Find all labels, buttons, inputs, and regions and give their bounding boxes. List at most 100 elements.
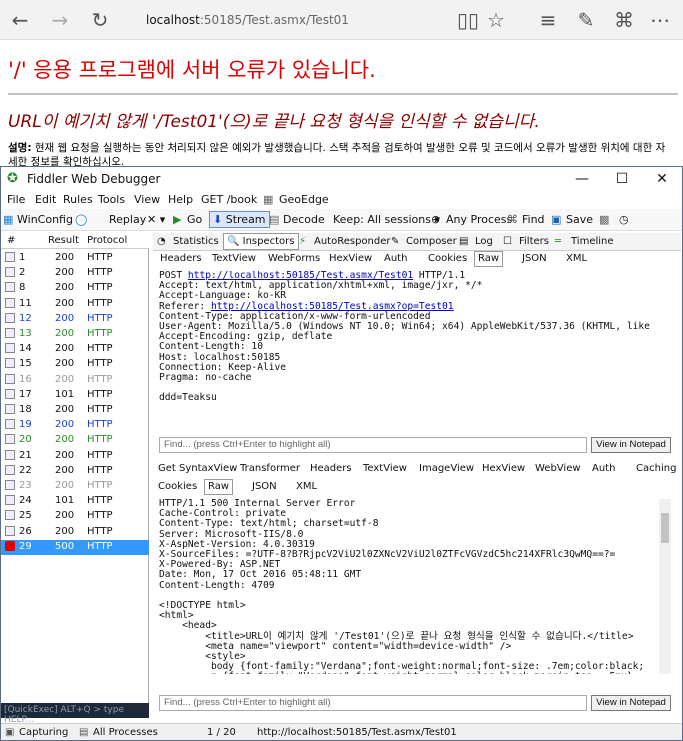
- find-button[interactable]: Find: [522, 213, 545, 226]
- capturing-toggle[interactable]: Capturing: [19, 727, 68, 738]
- stream-button[interactable]: ⬇ Stream: [209, 211, 270, 228]
- menu-view[interactable]: View: [134, 193, 160, 206]
- resp-tab-auth[interactable]: Auth: [592, 463, 615, 474]
- session-row[interactable]: 29 500 HTTP: [1, 539, 149, 555]
- session-list[interactable]: # Result Protocol 1 200 HTTP 2 200 HTTP 8 200 HT…: [1, 233, 149, 705]
- req-tab-xml[interactable]: XML: [566, 253, 587, 264]
- tab-filters[interactable]: Filters: [519, 236, 549, 247]
- session-row[interactable]: 2 200 HTTP: [1, 266, 149, 281]
- share-icon[interactable]: ⌘: [612, 8, 636, 32]
- response-find-box[interactable]: Find... (press Ctrl+Enter to highlight a…: [159, 695, 587, 711]
- resp-tab-xml[interactable]: XML: [296, 481, 317, 492]
- session-row[interactable]: 1 200 HTTP: [1, 251, 149, 266]
- remove-button[interactable]: ✕ ▾: [147, 213, 165, 226]
- tab-timeline[interactable]: Timeline: [571, 236, 614, 247]
- menu-edit[interactable]: Edit: [35, 193, 56, 206]
- request-find-box[interactable]: Find... (press Ctrl+Enter to highlight a…: [159, 437, 587, 453]
- req-tab-hexview[interactable]: HexView: [329, 253, 372, 264]
- forward-icon[interactable]: →: [48, 8, 72, 32]
- tab-autoresponder[interactable]: AutoResponder: [314, 236, 391, 247]
- menu-help[interactable]: Help: [168, 193, 193, 206]
- session-row[interactable]: 18 200 HTTP: [1, 403, 149, 418]
- session-row[interactable]: 24 101 HTTP: [1, 494, 149, 509]
- req-tab-webforms[interactable]: WebForms: [268, 253, 320, 264]
- resp-tab-webview[interactable]: WebView: [535, 463, 581, 474]
- reading-view-icon[interactable]: ▯▯: [456, 8, 480, 32]
- resp-tab-raw[interactable]: Raw: [204, 479, 234, 495]
- go-button[interactable]: Go: [187, 213, 202, 226]
- session-row[interactable]: 11 200 HTTP: [1, 297, 149, 312]
- tab-inspectors[interactable]: 🔍 Inspectors: [223, 233, 299, 250]
- response-tabs: Get SyntaxView Transformer Headers TextV…: [156, 461, 682, 477]
- session-row[interactable]: 25 200 HTTP: [1, 509, 149, 524]
- col-protocol[interactable]: Protocol: [87, 235, 127, 246]
- resp-tab-imageview[interactable]: ImageView: [419, 463, 474, 474]
- timer-icon[interactable]: ◷: [619, 213, 629, 226]
- resp-tab-caching[interactable]: Caching: [636, 463, 676, 474]
- session-row[interactable]: 15 200 HTTP: [1, 357, 149, 372]
- request-view-in-notepad-button[interactable]: View in Notepad: [591, 437, 671, 453]
- close-button[interactable]: ✕: [647, 169, 677, 189]
- maximize-button[interactable]: ☐: [607, 169, 637, 189]
- session-row[interactable]: 17 101 HTTP: [1, 388, 149, 403]
- tab-statistics[interactable]: Statistics: [173, 236, 219, 247]
- replay-button[interactable]: Replay: [109, 213, 146, 226]
- req-tab-json[interactable]: JSON: [522, 253, 547, 264]
- req-tab-cookies[interactable]: Cookies: [428, 253, 467, 264]
- resp-tab-json[interactable]: JSON: [252, 481, 277, 492]
- winconfig-button[interactable]: WinConfig: [17, 213, 73, 226]
- req-tab-raw[interactable]: Raw: [474, 251, 504, 267]
- any-process-button[interactable]: Any Process: [446, 213, 512, 226]
- resp-tab-transformer[interactable]: Transformer: [240, 463, 300, 474]
- response-view-in-notepad-button[interactable]: View in Notepad: [591, 695, 671, 711]
- session-row[interactable]: 13 200 HTTP: [1, 327, 149, 342]
- resp-tab-headers[interactable]: Headers: [310, 463, 352, 474]
- raw-link[interactable]: http://localhost:50185/Test.asmx?op=Test…: [211, 301, 454, 312]
- req-tab-headers[interactable]: Headers: [160, 253, 202, 264]
- web-note-icon[interactable]: ✎: [574, 8, 598, 32]
- screenshot-icon[interactable]: ▩: [599, 213, 609, 226]
- menu-file[interactable]: File: [7, 193, 25, 206]
- scrollbar-thumb[interactable]: [661, 513, 669, 543]
- keep-sessions-dropdown[interactable]: Keep: All sessions ▾: [333, 213, 440, 226]
- req-tab-auth[interactable]: Auth: [384, 253, 407, 264]
- tab-log[interactable]: Log: [475, 236, 493, 247]
- resp-tab-get-syntaxview[interactable]: Get SyntaxView: [158, 463, 237, 474]
- resp-tab-textview[interactable]: TextView: [363, 463, 407, 474]
- favorite-star-icon[interactable]: ☆: [484, 8, 508, 32]
- session-row[interactable]: 16 200 HTTP: [1, 373, 149, 388]
- session-row[interactable]: 20 200 HTTP: [1, 433, 149, 448]
- address-bar[interactable]: localhost:50185/Test.asmx/Test01: [130, 6, 446, 34]
- req-tab-textview[interactable]: TextView: [212, 253, 256, 264]
- resp-tab-hexview[interactable]: HexView: [482, 463, 525, 474]
- resp-tab-cookies[interactable]: Cookies: [158, 481, 197, 492]
- menu-get-book[interactable]: GET /book: [201, 193, 257, 206]
- minimize-button[interactable]: —: [567, 169, 597, 189]
- menu-geoedge[interactable]: GeoEdge: [279, 193, 329, 206]
- refresh-icon[interactable]: ↻: [88, 8, 112, 32]
- request-raw-text[interactable]: POST http://localhost:50185/Test.asmx/Te…: [159, 271, 669, 419]
- quickexec-box[interactable]: [QuickExec] ALT+Q > type HELP...: [1, 703, 149, 725]
- tab-composer[interactable]: Composer: [406, 236, 457, 247]
- back-icon[interactable]: ←: [8, 8, 32, 32]
- filters-checkbox[interactable]: ☐: [503, 236, 512, 247]
- session-row[interactable]: 8 200 HTTP: [1, 281, 149, 296]
- session-row[interactable]: 14 200 HTTP: [1, 342, 149, 357]
- session-row[interactable]: 22 200 HTTP: [1, 464, 149, 479]
- col-result[interactable]: Result: [48, 235, 79, 246]
- save-button[interactable]: Save: [566, 213, 593, 226]
- process-filter[interactable]: All Processes: [93, 727, 158, 738]
- session-row[interactable]: 12 200 HTTP: [1, 312, 149, 327]
- menu-rules[interactable]: Rules: [63, 193, 93, 206]
- menu-tools[interactable]: Tools: [98, 193, 125, 206]
- session-row[interactable]: 21 200 HTTP: [1, 449, 149, 464]
- decode-button[interactable]: Decode: [283, 213, 325, 226]
- more-icon[interactable]: ⋯: [648, 8, 672, 32]
- session-row[interactable]: 23 200 HTTP: [1, 479, 149, 494]
- session-row[interactable]: 26 200 HTTP: [1, 525, 149, 540]
- session-row[interactable]: 19 200 HTTP: [1, 418, 149, 433]
- col-number[interactable]: #: [7, 235, 15, 246]
- response-raw-text[interactable]: HTTP/1.1 500 Internal Server Error Cache-…: [159, 499, 657, 674]
- response-scrollbar[interactable]: [659, 499, 671, 674]
- hub-icon[interactable]: ≡: [536, 8, 560, 32]
